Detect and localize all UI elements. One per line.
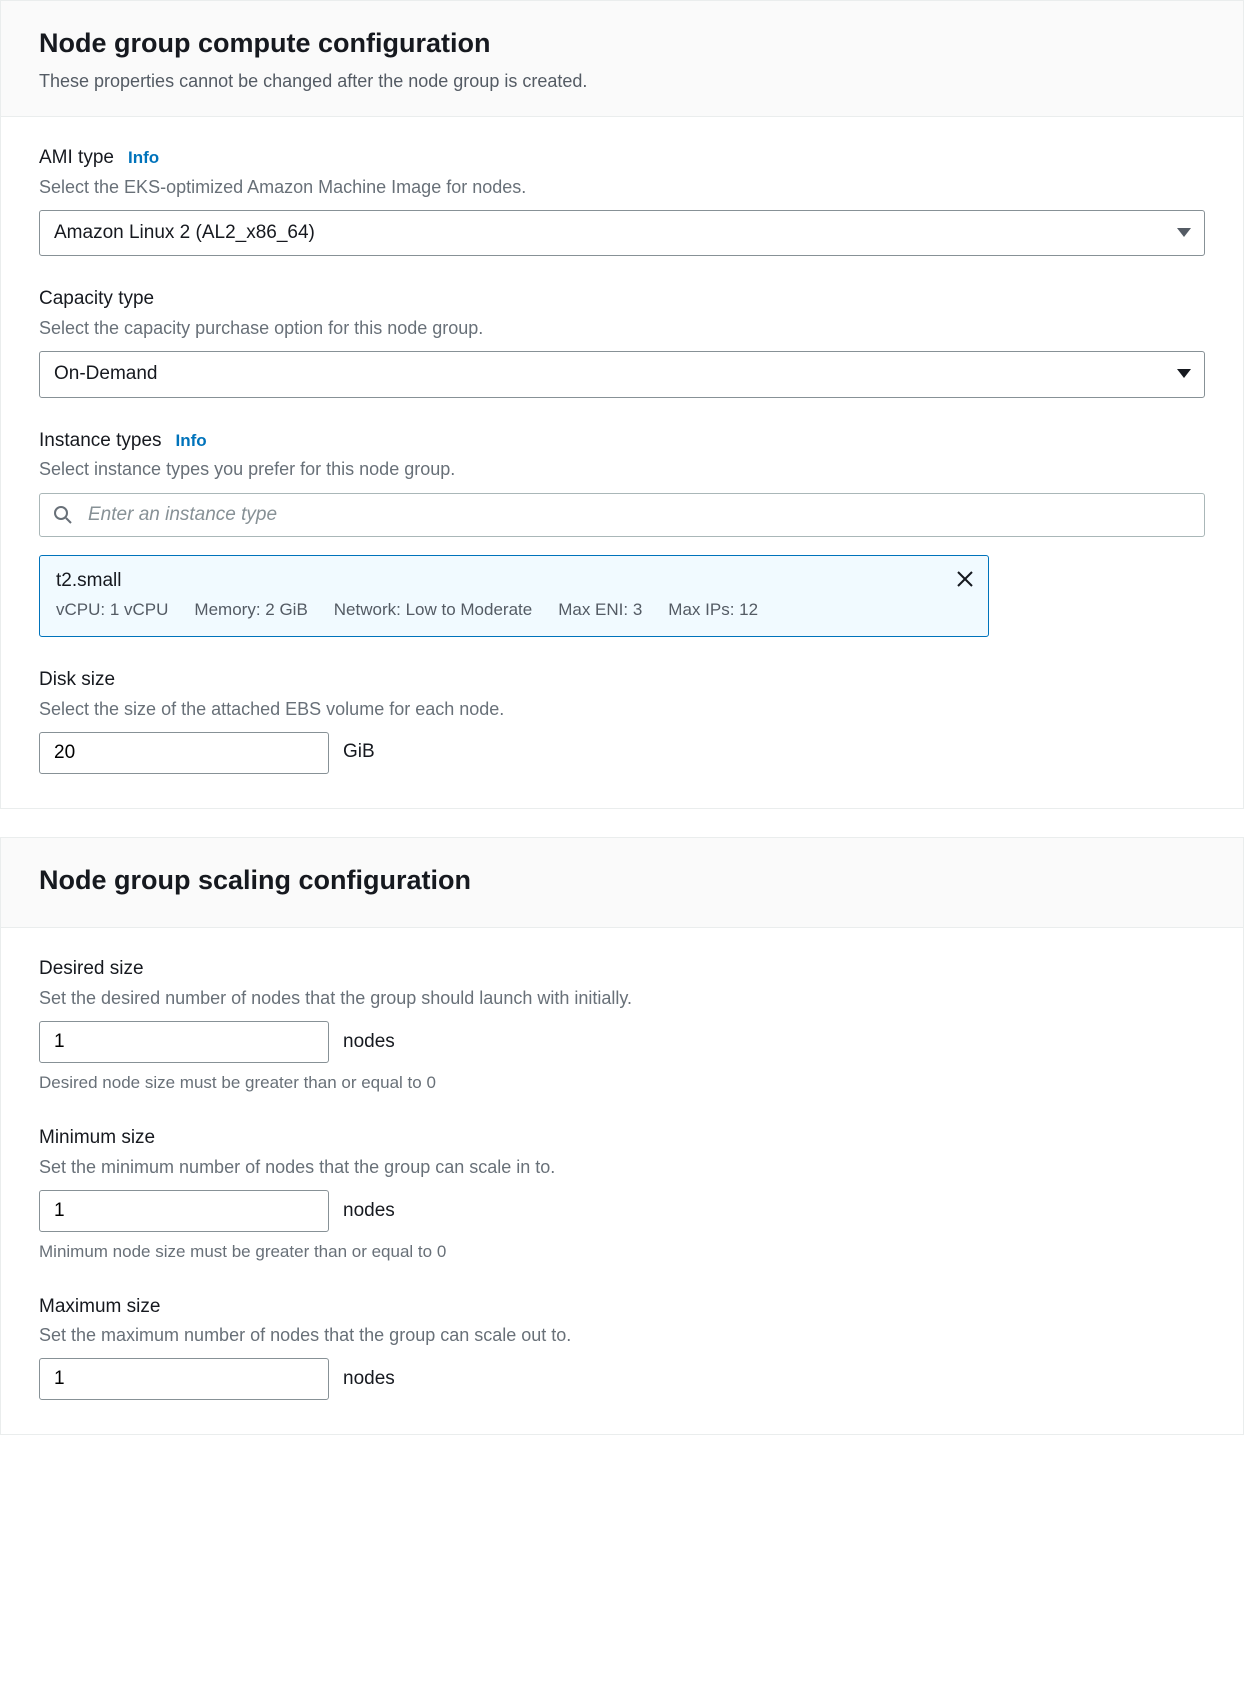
minimum-size-label: Minimum size: [39, 1125, 155, 1152]
disk-size-desc: Select the size of the attached EBS volu…: [39, 697, 1205, 722]
instance-types-field: Instance types Info Select instance type…: [39, 428, 1205, 637]
minimum-size-unit: nodes: [343, 1198, 395, 1225]
disk-size-label: Disk size: [39, 667, 115, 694]
minimum-size-hint: Minimum node size must be greater than o…: [39, 1240, 1205, 1264]
instance-types-info-link[interactable]: Info: [176, 429, 207, 453]
maximum-size-input[interactable]: [39, 1358, 329, 1400]
ami-type-info-link[interactable]: Info: [128, 146, 159, 170]
capacity-type-desc: Select the capacity purchase option for …: [39, 316, 1205, 341]
capacity-type-select[interactable]: On-Demand: [39, 351, 1205, 398]
scaling-panel-body: Desired size Set the desired number of n…: [1, 928, 1243, 1434]
disk-size-unit: GiB: [343, 739, 375, 766]
maximum-size-desc: Set the maximum number of nodes that the…: [39, 1323, 1205, 1348]
disk-size-input[interactable]: [39, 732, 329, 774]
instance-types-desc: Select instance types you prefer for thi…: [39, 457, 1205, 482]
instance-type-token: t2.small vCPU: 1 vCPU Memory: 2 GiB Netw…: [39, 555, 989, 637]
ami-type-desc: Select the EKS-optimized Amazon Machine …: [39, 175, 1205, 200]
instance-token-vcpu: vCPU: 1 vCPU: [56, 598, 168, 622]
maximum-size-field: Maximum size Set the maximum number of n…: [39, 1294, 1205, 1401]
compute-panel-title: Node group compute configuration: [39, 25, 1205, 63]
instance-token-name: t2.small: [56, 568, 972, 595]
remove-instance-button[interactable]: [956, 570, 974, 588]
instance-token-meta: vCPU: 1 vCPU Memory: 2 GiB Network: Low …: [56, 598, 972, 622]
desired-size-label: Desired size: [39, 956, 144, 983]
maximum-size-unit: nodes: [343, 1366, 395, 1393]
compute-panel-header: Node group compute configuration These p…: [1, 1, 1243, 117]
compute-panel-body: AMI type Info Select the EKS-optimized A…: [1, 117, 1243, 808]
desired-size-input[interactable]: [39, 1021, 329, 1063]
compute-panel-subtitle: These properties cannot be changed after…: [39, 69, 1205, 94]
minimum-size-input[interactable]: [39, 1190, 329, 1232]
instance-types-label: Instance types: [39, 428, 162, 455]
maximum-size-label: Maximum size: [39, 1294, 160, 1321]
ami-type-select[interactable]: Amazon Linux 2 (AL2_x86_64): [39, 210, 1205, 257]
desired-size-desc: Set the desired number of nodes that the…: [39, 986, 1205, 1011]
compute-config-panel: Node group compute configuration These p…: [0, 0, 1244, 809]
minimum-size-field: Minimum size Set the minimum number of n…: [39, 1125, 1205, 1264]
instance-token-max-eni: Max ENI: 3: [558, 598, 642, 622]
ami-type-value: Amazon Linux 2 (AL2_x86_64): [54, 220, 315, 247]
instance-token-max-ips: Max IPs: 12: [668, 598, 758, 622]
search-icon: [53, 505, 73, 525]
close-icon: [956, 570, 974, 588]
instance-token-memory: Memory: 2 GiB: [194, 598, 307, 622]
desired-size-unit: nodes: [343, 1029, 395, 1056]
desired-size-hint: Desired node size must be greater than o…: [39, 1071, 1205, 1095]
disk-size-field: Disk size Select the size of the attache…: [39, 667, 1205, 774]
instance-token-network: Network: Low to Moderate: [334, 598, 532, 622]
minimum-size-desc: Set the minimum number of nodes that the…: [39, 1155, 1205, 1180]
ami-type-field: AMI type Info Select the EKS-optimized A…: [39, 145, 1205, 256]
capacity-type-value: On-Demand: [54, 361, 158, 388]
scaling-config-panel: Node group scaling configuration Desired…: [0, 837, 1244, 1436]
capacity-type-label: Capacity type: [39, 286, 154, 313]
scaling-panel-header: Node group scaling configuration: [1, 838, 1243, 929]
ami-type-label: AMI type: [39, 145, 114, 172]
capacity-type-field: Capacity type Select the capacity purcha…: [39, 286, 1205, 397]
instance-types-search-input[interactable]: [39, 493, 1205, 537]
scaling-panel-title: Node group scaling configuration: [39, 862, 1205, 900]
desired-size-field: Desired size Set the desired number of n…: [39, 956, 1205, 1095]
